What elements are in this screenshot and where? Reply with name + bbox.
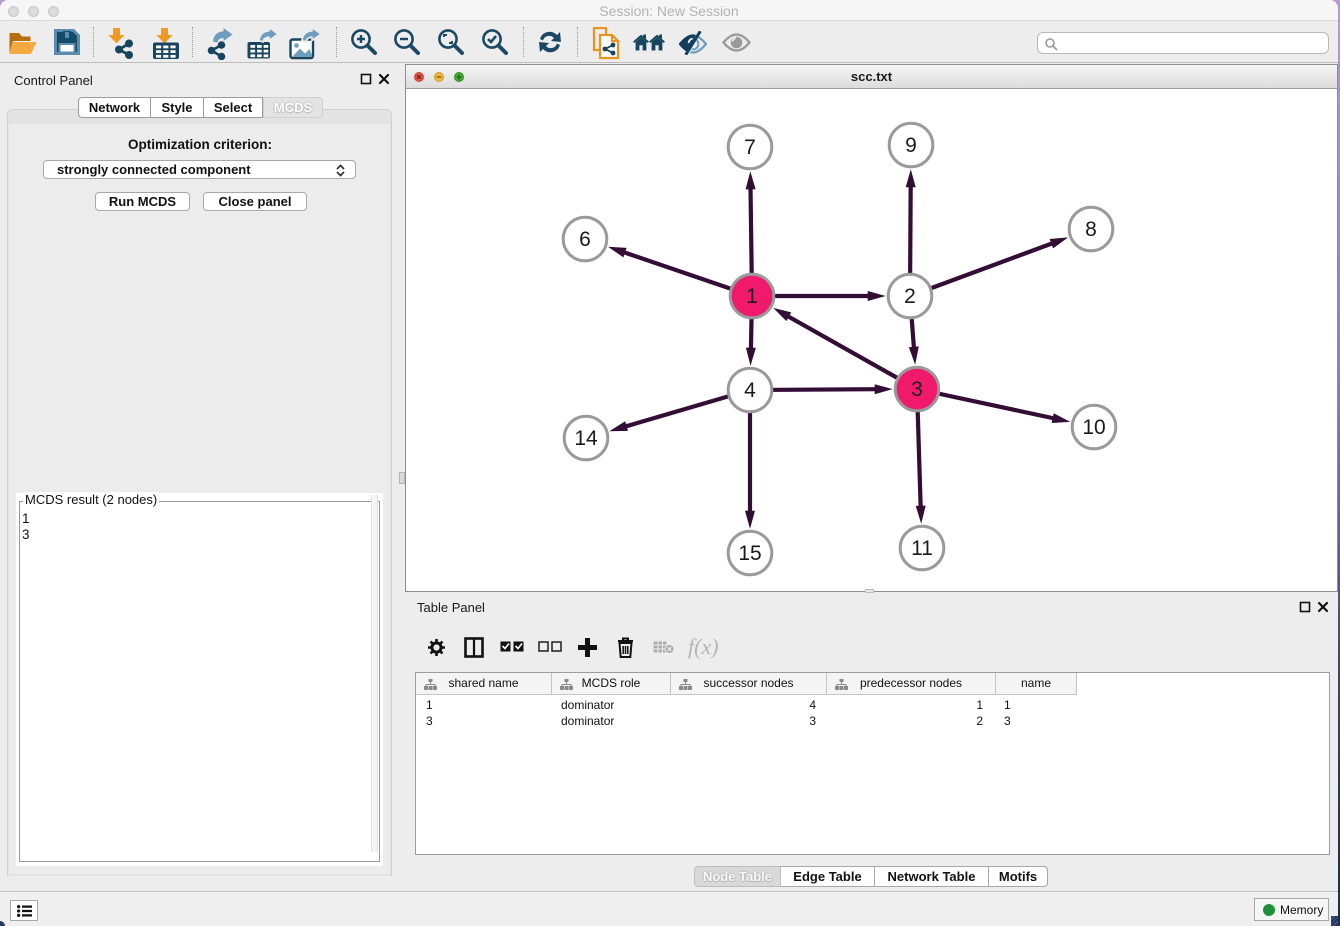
svg-text:8: 8 — [1085, 218, 1097, 241]
svg-text:2: 2 — [904, 285, 916, 308]
svg-text:3: 3 — [911, 378, 923, 401]
svg-text:9: 9 — [905, 134, 917, 157]
svg-text:14: 14 — [574, 427, 598, 450]
svg-text:10: 10 — [1082, 416, 1105, 439]
svg-text:1: 1 — [746, 285, 758, 308]
svg-text:15: 15 — [738, 542, 761, 565]
svg-text:6: 6 — [579, 228, 591, 251]
svg-text:7: 7 — [744, 136, 756, 159]
svg-text:11: 11 — [911, 537, 933, 560]
svg-text:4: 4 — [744, 379, 756, 402]
